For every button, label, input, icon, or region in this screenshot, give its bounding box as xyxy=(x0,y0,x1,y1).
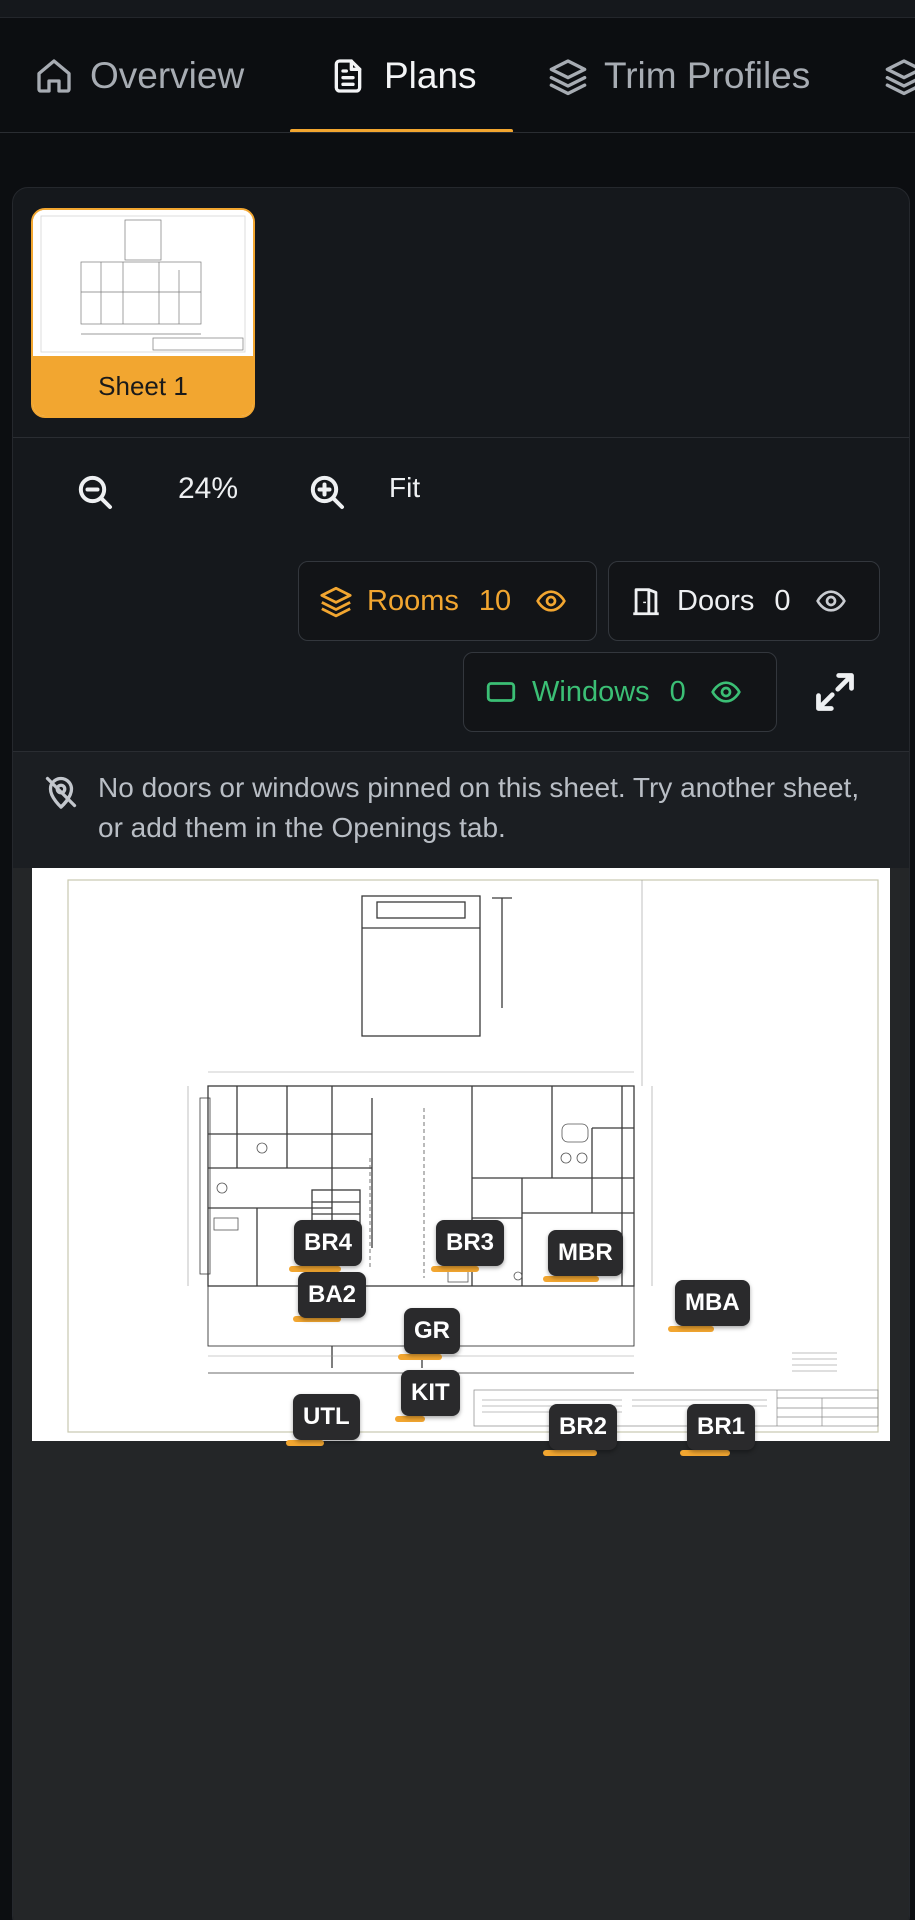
notice-text: No doors or windows pinned on this sheet… xyxy=(98,772,860,843)
home-icon xyxy=(37,58,71,93)
doors-label: Doors xyxy=(677,584,755,617)
no-openings-notice: No doors or windows pinned on this sheet… xyxy=(13,752,909,868)
rooms-layer-toggle[interactable]: Rooms 10 xyxy=(298,561,597,641)
windows-layer-toggle[interactable]: Windows 0 xyxy=(463,652,777,732)
tab-plans[interactable]: Plans xyxy=(328,18,477,132)
plan-sheet xyxy=(32,868,890,1441)
zoom-in-icon xyxy=(310,475,344,509)
windows-count: 0 xyxy=(669,675,686,708)
eye-icon xyxy=(536,590,566,612)
room-marker-br3[interactable]: BR3 xyxy=(436,1220,505,1266)
room-marker-underline xyxy=(398,1354,442,1360)
fullscreen-button[interactable] xyxy=(813,670,857,714)
layers-icon xyxy=(320,586,352,618)
doors-layer-toggle[interactable]: Doors 0 xyxy=(608,561,880,641)
rooms-label: Rooms xyxy=(367,584,459,617)
layers-icon xyxy=(885,58,915,95)
room-marker-underline xyxy=(668,1326,714,1332)
sheet-preview-image xyxy=(33,210,253,358)
sheet-thumbnail[interactable]: Sheet 1 xyxy=(31,208,255,418)
rooms-count: 10 xyxy=(478,584,512,617)
map-pin-off-icon xyxy=(45,776,77,809)
sheet-label: Sheet 1 xyxy=(33,356,253,416)
window-icon xyxy=(486,682,516,702)
room-marker-mbr[interactable]: MBR xyxy=(548,1230,623,1276)
zoom-out-button[interactable] xyxy=(71,468,119,516)
fit-button[interactable]: Fit xyxy=(389,472,420,504)
room-marker-ba2[interactable]: BA2 xyxy=(298,1272,367,1318)
room-marker-underline xyxy=(543,1450,597,1456)
room-marker-underline xyxy=(680,1450,730,1456)
zoom-level: 24% xyxy=(177,472,239,505)
zoom-in-button[interactable] xyxy=(303,468,351,516)
status-strip xyxy=(0,0,915,18)
room-marker-underline xyxy=(395,1416,425,1422)
eye-icon xyxy=(710,681,741,703)
tab-label: Plans xyxy=(384,54,477,96)
tab-label: Trim Profiles xyxy=(604,54,811,96)
document-icon xyxy=(334,58,362,93)
divider xyxy=(13,437,909,438)
room-marker-underline xyxy=(431,1266,479,1272)
room-marker-underline xyxy=(543,1276,599,1282)
active-tab-indicator xyxy=(290,129,513,132)
tab-overview[interactable]: Overview xyxy=(34,18,245,132)
door-icon xyxy=(633,588,659,616)
eye-icon xyxy=(815,590,846,612)
room-marker-br4[interactable]: BR4 xyxy=(294,1220,363,1266)
layers-icon xyxy=(549,58,587,95)
floor-plan-drawing xyxy=(67,879,879,1433)
room-marker-underline xyxy=(286,1440,324,1446)
plans-card: Sheet 1 24% Fit Rooms 10 Doors 0 Windows… xyxy=(12,187,910,1920)
room-marker-br2[interactable]: BR2 xyxy=(549,1404,618,1450)
doors-count: 0 xyxy=(774,584,791,617)
room-marker-br1[interactable]: BR1 xyxy=(687,1404,756,1450)
tab-label: Overview xyxy=(90,54,245,96)
tab-overflow[interactable] xyxy=(884,18,915,132)
tab-trim-profiles[interactable]: Trim Profiles xyxy=(548,18,811,132)
room-marker-mba[interactable]: MBA xyxy=(675,1280,750,1326)
windows-label: Windows xyxy=(532,675,650,708)
expand-icon xyxy=(816,673,854,711)
zoom-out-icon xyxy=(78,475,112,509)
tab-bar: Overview Plans Trim Profiles xyxy=(0,18,915,133)
room-marker-utl[interactable]: UTL xyxy=(293,1394,360,1440)
plan-viewer[interactable]: BR4 BR3 MBR BA2 MBA GR KIT UTL BR2 BR1 xyxy=(13,868,909,1920)
room-marker-kit[interactable]: KIT xyxy=(401,1370,460,1416)
room-marker-gr[interactable]: GR xyxy=(404,1308,460,1354)
